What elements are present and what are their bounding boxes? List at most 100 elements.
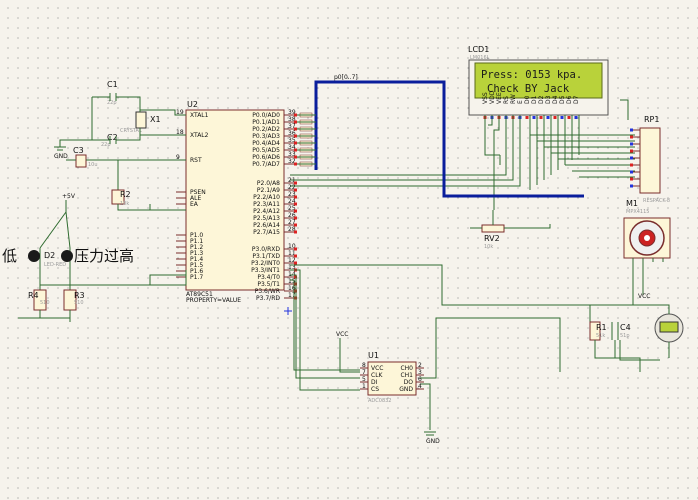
vcc-label-sensor: VCC bbox=[638, 293, 650, 300]
lcd-wires bbox=[290, 99, 635, 210]
voltmeter[interactable] bbox=[633, 304, 684, 358]
lcd-pin-d3: D3 bbox=[545, 95, 552, 104]
rp1-ref: RP1 bbox=[644, 115, 659, 124]
gnd-label-left: GND bbox=[54, 153, 68, 160]
c1-ref: C1 bbox=[107, 80, 118, 89]
d2-value: LED-RED bbox=[44, 262, 66, 268]
lcd-pin-e: E bbox=[517, 100, 524, 104]
mcu-pin-p0-0-ad0: P0.0/AD0 bbox=[252, 112, 280, 119]
mcu-pin-p2-4-a12: P2.4/A12 bbox=[253, 208, 280, 215]
reset-section[interactable]: C3 10u R2 10k +5V bbox=[62, 146, 186, 212]
c3-body bbox=[75, 154, 87, 168]
mcu-pin-p0-3-ad3: P0.3/AD3 bbox=[252, 133, 280, 140]
mcu-u2[interactable]: U2 AT89C51 PROPERTY=VALUE XTAL1XTAL2RSTP… bbox=[176, 100, 316, 304]
rp1-value: RESPACK-8 bbox=[643, 198, 670, 204]
lcd-pin-d7: D7 bbox=[573, 95, 580, 104]
mcu-pin-xtal2: XTAL2 bbox=[190, 132, 209, 139]
schematic-canvas: LCD1 LM016L Press: 0153 kpa. Check BY Ja… bbox=[0, 0, 698, 500]
lcd-pin-d6: D6 bbox=[566, 95, 573, 104]
lcd-pin-marker bbox=[532, 116, 536, 119]
r1-value: 51k bbox=[596, 333, 605, 339]
lcd-pin-d0: D0 bbox=[524, 95, 531, 104]
c1-value: 22p bbox=[107, 100, 117, 106]
m1-value: MPX4115 bbox=[626, 209, 649, 215]
rv2-ref: RV2 bbox=[484, 234, 500, 243]
mcu-pin-p2-3-a11: P2.3/A11 bbox=[253, 201, 280, 208]
adc-pin-di: DI bbox=[371, 379, 378, 386]
crystal-body bbox=[135, 111, 147, 129]
rp1-pin-marker bbox=[630, 142, 633, 146]
mcu-pin-rst: RST bbox=[190, 157, 202, 164]
mcu-pin-p3-7-rd: P3.7/RD bbox=[256, 295, 280, 302]
led-section[interactable]: 低 D2 压力过高 LED-RED R4 510 R3 510 bbox=[2, 211, 187, 322]
mcu-pin-p2-2-a10: P2.2/A10 bbox=[253, 194, 280, 201]
lcd-ref: LCD1 bbox=[468, 45, 489, 54]
m1-ref: M1 bbox=[626, 199, 638, 208]
adc-pin-ch1: CH1 bbox=[400, 372, 413, 379]
lcd-pin-vss: VSS bbox=[482, 92, 489, 104]
label-high: 压力过高 bbox=[74, 247, 134, 265]
x1-ref: X1 bbox=[150, 115, 161, 124]
gnd-symbol-left bbox=[54, 146, 66, 151]
cursor-cross bbox=[284, 307, 292, 315]
rp1-pin-marker bbox=[630, 163, 633, 167]
adc-num-right: 6 bbox=[418, 376, 422, 383]
mcu-pin-p0-4-ad4: P0.4/AD4 bbox=[252, 140, 280, 147]
mcu-pin-p3-2-int0: P3.2/INT0 bbox=[251, 260, 280, 267]
c4-value: 51p bbox=[620, 333, 630, 339]
bus-label: p0[0..7] bbox=[334, 74, 358, 81]
rp1-pin-marker bbox=[630, 128, 633, 132]
adc-pin-vcc: VCC bbox=[371, 365, 383, 372]
c2-value: 22p bbox=[101, 142, 111, 148]
lcd-pin-marker bbox=[567, 116, 571, 119]
lcd-module[interactable]: LCD1 LM016L Press: 0153 kpa. Check BY Ja… bbox=[468, 45, 609, 119]
mcu-pin-p0-6-ad6: P0.6/AD6 bbox=[252, 154, 280, 161]
resistor-pack-rp1[interactable]: RP1 RESPACK-8 bbox=[639, 115, 670, 204]
mcu-pin-p0-2-ad2: P0.2/AD2 bbox=[252, 126, 280, 133]
mcu-pin-p3-5-t1: P3.5/T1 bbox=[257, 281, 280, 288]
lcd-line-1: Press: 0153 kpa. bbox=[481, 69, 582, 81]
led-d1 bbox=[61, 250, 73, 262]
adc-num-left: 5 bbox=[362, 376, 366, 383]
filter-r1-c4[interactable]: R1 51k C4 51p bbox=[589, 321, 641, 372]
c3-ref: C3 bbox=[73, 146, 84, 155]
schematic-svg: LCD1 LM016L Press: 0153 kpa. Check BY Ja… bbox=[2, 45, 684, 445]
mcu-pin-p0-5-ad5: P0.5/AD5 bbox=[252, 147, 280, 154]
adc-ref: U1 bbox=[368, 351, 379, 360]
rp1-pin-marker bbox=[630, 135, 633, 139]
plus5v-label: +5V bbox=[62, 193, 76, 200]
rp1-pin-marker bbox=[630, 184, 633, 188]
lcd-pin-rs: RS bbox=[503, 96, 510, 104]
adc-num-right: 2 bbox=[418, 362, 422, 369]
r1-ref: R1 bbox=[596, 323, 607, 332]
potentiometer-rv2[interactable]: RV2 10k bbox=[470, 210, 551, 250]
r4-ref: R4 bbox=[28, 291, 39, 300]
rv2-body bbox=[481, 224, 505, 233]
c4-ref: C4 bbox=[620, 323, 631, 332]
rp1-pin-marker bbox=[630, 149, 633, 153]
d2-ref: D2 bbox=[44, 251, 55, 260]
mcu-pin-p2-6-a14: P2.6/A14 bbox=[253, 222, 280, 229]
lcd-pin-d2: D2 bbox=[538, 95, 545, 104]
led-d2 bbox=[28, 250, 40, 262]
mcu-pin-p3-6-wr: P3.6/WR bbox=[255, 288, 280, 295]
lcd-pin-vdd: VDD bbox=[489, 90, 496, 104]
mcu-pin-p2-7-a15: P2.7/A15 bbox=[253, 229, 280, 236]
adc-pin-ch0: CH0 bbox=[400, 365, 413, 372]
mcu-adc-wires bbox=[290, 264, 590, 436]
adc-u1[interactable]: U1 ADC0832 VCC 8 CLK 7 DI 5 CS 1 CH0 2 CH1 3 DO 6 GND 4 bbox=[360, 351, 424, 404]
mcu-pin-p2-0-a8: P2.0/A8 bbox=[257, 180, 280, 187]
lcd-pin-marker bbox=[525, 116, 529, 119]
adc-num-left: 1 bbox=[362, 383, 366, 390]
c3-value: 10u bbox=[88, 162, 98, 168]
rp1-pin-marker bbox=[630, 170, 633, 174]
label-low: 低 bbox=[2, 247, 17, 265]
mcu-pin-p3-4-t0: P3.4/T0 bbox=[257, 274, 280, 281]
mcu-pin-p3-0-rxd: P3.0/RXD bbox=[252, 246, 280, 253]
mcu-ref: U2 bbox=[187, 100, 198, 109]
rp1-pin-marker bbox=[630, 156, 633, 160]
lcd-pin-d1: D1 bbox=[531, 95, 538, 104]
adc-pin-cs: CS bbox=[371, 386, 379, 393]
r4-value: 510 bbox=[40, 300, 50, 306]
r2-value: 10k bbox=[120, 201, 129, 207]
